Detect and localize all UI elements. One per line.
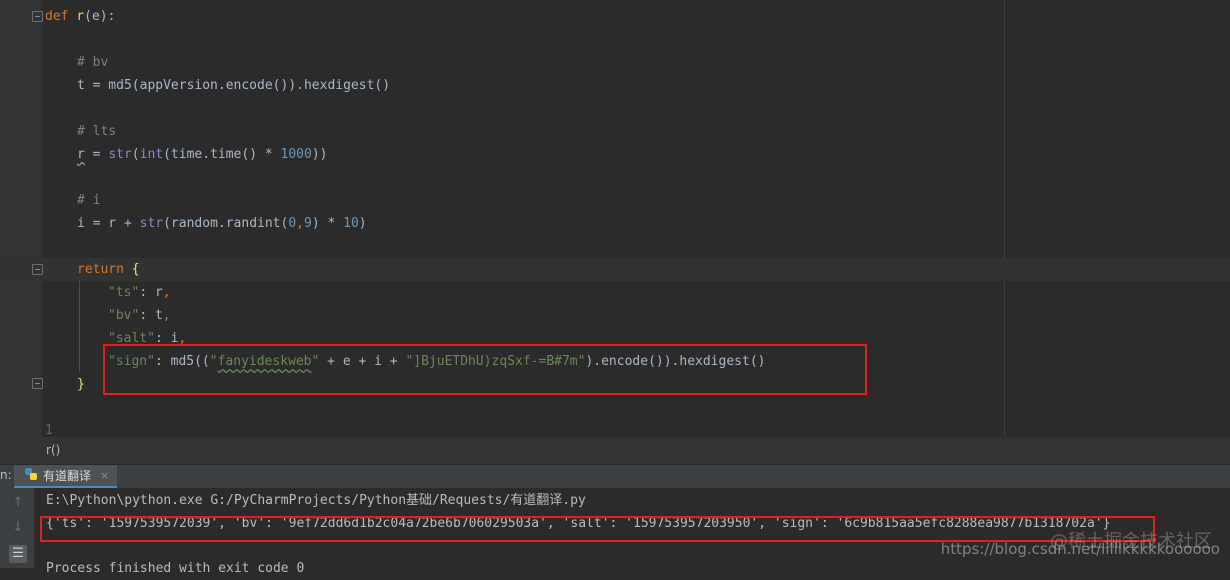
run-tool-window-header: n: 有道翻译 × xyxy=(0,464,1230,489)
close-icon[interactable]: × xyxy=(100,469,109,482)
output-highlight-box xyxy=(40,516,1155,542)
comment-lts[interactable]: # lts xyxy=(77,120,116,143)
down-arrow-icon[interactable]: ↓ xyxy=(9,519,27,537)
console-command: E:\Python\python.exe G:/PyCharmProjects/… xyxy=(46,493,586,508)
code-line-def[interactable]: def r(e): xyxy=(45,5,115,28)
console-exit-message: Process finished with exit code 0 xyxy=(46,561,305,576)
fold-icon[interactable] xyxy=(32,264,43,275)
run-label: n: xyxy=(0,468,12,482)
breadcrumb-bar: r() xyxy=(0,437,1230,465)
code-line-bv[interactable]: "bv": t, xyxy=(108,304,171,327)
fold-icon[interactable] xyxy=(32,378,43,389)
indent-guide xyxy=(79,280,80,372)
console-toolbar: ↑ ↓ ☰ xyxy=(0,488,34,568)
line-number: 1 xyxy=(45,423,53,437)
code-line-ts[interactable]: "ts": r, xyxy=(108,281,171,304)
code-line-return[interactable]: return { xyxy=(77,258,140,281)
watermark-csdn: https://blog.csdn.net/lilllkkkkkoooooo xyxy=(940,540,1220,558)
code-line-close-brace[interactable]: } xyxy=(77,373,85,396)
comment-i[interactable]: # i xyxy=(77,189,100,212)
code-editor[interactable]: def r(e): # bv t = md5(appVersion.encode… xyxy=(0,0,1230,437)
breadcrumb[interactable]: r() xyxy=(46,443,60,457)
current-line-highlight xyxy=(0,258,1230,281)
tab-run-config[interactable]: 有道翻译 × xyxy=(14,465,118,489)
wrap-icon[interactable]: ☰ xyxy=(9,545,27,563)
fold-icon[interactable] xyxy=(32,11,43,22)
sign-highlight-box xyxy=(103,344,867,395)
editor-gutter[interactable] xyxy=(0,0,42,437)
code-line-r[interactable]: r = str(int(time.time() * 1000)) xyxy=(77,143,327,166)
code-line-t[interactable]: t = md5(appVersion.encode()).hexdigest() xyxy=(77,74,390,97)
code-line-i[interactable]: i = r + str(random.randint(0,9) * 10) xyxy=(77,212,367,235)
python-file-icon xyxy=(24,467,38,484)
tab-run-config-label: 有道翻译 xyxy=(43,469,92,483)
comment-bv[interactable]: # bv xyxy=(77,51,108,74)
up-arrow-icon[interactable]: ↑ xyxy=(9,494,27,512)
right-margin-guide xyxy=(1004,0,1005,437)
